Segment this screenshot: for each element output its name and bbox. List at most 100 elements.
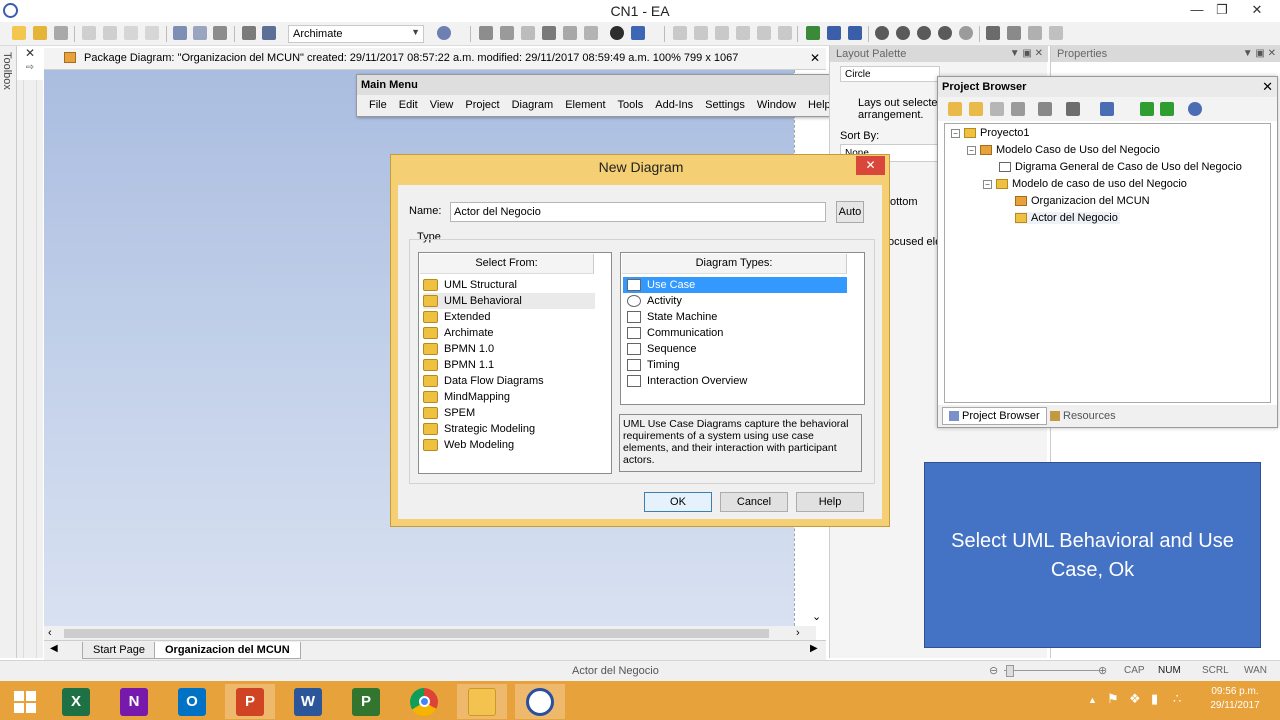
tray-chevron-icon[interactable]: ▲ <box>1088 695 1097 705</box>
zoom-fit-icon[interactable] <box>262 26 276 40</box>
pin-icon[interactable]: ⇨ <box>20 62 40 78</box>
dropbox-icon[interactable]: ❖ <box>1129 691 1141 707</box>
back-icon[interactable] <box>806 26 820 40</box>
menu-settings[interactable]: Settings <box>699 99 751 111</box>
tab-start-page[interactable]: Start Page <box>82 642 156 659</box>
zoom-select-icon[interactable] <box>959 26 973 40</box>
menu-file[interactable]: File <box>363 99 393 111</box>
scroll-left-icon[interactable]: ‹ <box>48 627 52 639</box>
tree-node-proyecto1[interactable]: − Proyecto1 <box>951 127 1030 139</box>
zoom-slider[interactable] <box>1004 670 1099 671</box>
list-item[interactable]: Strategic Modeling <box>423 421 535 437</box>
tree-node-digrama-general[interactable]: Digrama General de Caso de Uso del Negoc… <box>999 161 1242 173</box>
excel-taskbar-icon[interactable]: X <box>51 684 101 719</box>
grid-icon[interactable] <box>584 26 598 40</box>
view-options-icon[interactable] <box>1100 102 1114 116</box>
auto-button[interactable]: Auto <box>836 201 864 223</box>
help-button[interactable]: Help <box>796 492 864 512</box>
list-item-state-machine[interactable]: State Machine <box>627 309 717 325</box>
note-icon[interactable] <box>521 26 535 40</box>
tree-node-organizacion[interactable]: Organizacion del MCUN <box>1015 195 1150 207</box>
class-icon[interactable] <box>500 26 514 40</box>
scroll-down-icon[interactable]: ⌄ <box>812 610 821 623</box>
project-taskbar-icon[interactable]: P <box>341 684 391 719</box>
settings-icon[interactable] <box>437 26 451 40</box>
close-icon[interactable]: ✕ <box>1240 0 1274 22</box>
list-item[interactable]: UML Structural <box>423 277 517 293</box>
project-browser-close-icon[interactable]: ✕ <box>1262 79 1273 95</box>
layout-palette-close-icon[interactable]: ▼ ▣ ✕ <box>1010 48 1043 59</box>
outlook-taskbar-icon[interactable]: O <box>167 684 217 719</box>
delete-icon[interactable] <box>1049 26 1063 40</box>
zoom-in-icon[interactable] <box>875 26 889 40</box>
align-top-icon[interactable] <box>736 26 750 40</box>
list-item-communication[interactable]: Communication <box>627 325 723 341</box>
collapse-icon[interactable]: − <box>951 128 960 138</box>
zoom-out-small-icon[interactable]: ⊖ <box>989 664 998 677</box>
edit-pen-icon[interactable] <box>1007 26 1021 40</box>
perspective-combo[interactable]: Archimate ▼ <box>288 25 424 43</box>
new-model-icon[interactable] <box>948 102 962 116</box>
line-icon[interactable] <box>631 26 645 40</box>
home-icon[interactable] <box>848 26 862 40</box>
list-item[interactable]: BPMN 1.0 <box>423 341 494 357</box>
search-icon[interactable] <box>173 26 187 40</box>
list-item-interaction-overview[interactable]: Interaction Overview <box>627 373 747 389</box>
list-item[interactable]: Archimate <box>423 325 494 341</box>
layout-palette-selector[interactable]: Circle <box>840 66 940 82</box>
copy-icon[interactable] <box>82 26 96 40</box>
menu-diagram[interactable]: Diagram <box>506 99 560 111</box>
forward-icon[interactable] <box>827 26 841 40</box>
flag-icon[interactable]: ⚑ <box>1107 691 1119 707</box>
ok-button[interactable]: OK <box>644 492 712 512</box>
paste-icon[interactable] <box>103 26 117 40</box>
select-from-list[interactable]: Select From: UML Structural UML Behavior… <box>418 252 612 474</box>
boundary-icon[interactable] <box>563 26 577 40</box>
tab-project-browser[interactable]: Project Browser <box>942 407 1047 425</box>
tree-node-modelo-caso-uso[interactable]: − Modelo Caso de Uso del Negocio <box>967 144 1160 156</box>
text-icon[interactable] <box>542 26 556 40</box>
menu-window[interactable]: Window <box>751 99 802 111</box>
redo-icon[interactable] <box>145 26 159 40</box>
tab-organizacion-del-mcun[interactable]: Organizacion del MCUN <box>154 642 301 659</box>
collapse-icon[interactable]: − <box>983 179 992 189</box>
new-icon[interactable] <box>12 26 26 40</box>
move-down-icon[interactable] <box>1160 102 1174 116</box>
menu-edit[interactable]: Edit <box>393 99 424 111</box>
open-icon[interactable] <box>33 26 47 40</box>
word-taskbar-icon[interactable]: W <box>283 684 333 719</box>
cancel-button[interactable]: Cancel <box>720 492 788 512</box>
save-icon[interactable] <box>54 26 68 40</box>
edit-icon[interactable] <box>1066 102 1080 116</box>
same-height-icon[interactable] <box>778 26 792 40</box>
list-item-uml-behavioral[interactable]: UML Behavioral <box>423 293 595 309</box>
list-item[interactable]: BPMN 1.1 <box>423 357 494 373</box>
align-center-icon[interactable] <box>694 26 708 40</box>
same-width-icon[interactable] <box>757 26 771 40</box>
tab-resources[interactable]: Resources <box>1044 407 1122 425</box>
list-item-timing[interactable]: Timing <box>627 357 680 373</box>
list-item-sequence[interactable]: Sequence <box>627 341 697 357</box>
list-item[interactable]: Data Flow Diagrams <box>423 373 544 389</box>
menu-tools[interactable]: Tools <box>612 99 650 111</box>
align-left-icon[interactable] <box>673 26 687 40</box>
menu-view[interactable]: View <box>424 99 460 111</box>
toolbox-close-icon[interactable]: ✕ <box>20 46 40 62</box>
ea-taskbar-icon[interactable] <box>515 684 565 719</box>
list-item-activity[interactable]: Activity <box>627 293 682 309</box>
scrollbar-thumb[interactable] <box>64 629 769 638</box>
diagram-types-list[interactable]: Diagram Types: Use Case Activity State M… <box>620 252 865 405</box>
toolbox-strip[interactable]: Toolbox <box>0 46 17 658</box>
zoom-out-icon[interactable] <box>896 26 910 40</box>
network-icon[interactable] <box>986 26 1000 40</box>
properties-close-icon[interactable]: ▼ ▣ ✕ <box>1243 48 1276 59</box>
menu-element[interactable]: Element <box>559 99 611 111</box>
zoom-100-icon[interactable] <box>917 26 931 40</box>
scroll-right-icon[interactable]: › <box>796 627 800 639</box>
start-button[interactable] <box>0 684 50 719</box>
zoom-slider-thumb[interactable] <box>1006 665 1014 677</box>
menu-project[interactable]: Project <box>459 99 505 111</box>
page-icon[interactable] <box>193 26 207 40</box>
chrome-taskbar-icon[interactable] <box>399 684 449 719</box>
list-item[interactable]: Extended <box>423 309 490 325</box>
